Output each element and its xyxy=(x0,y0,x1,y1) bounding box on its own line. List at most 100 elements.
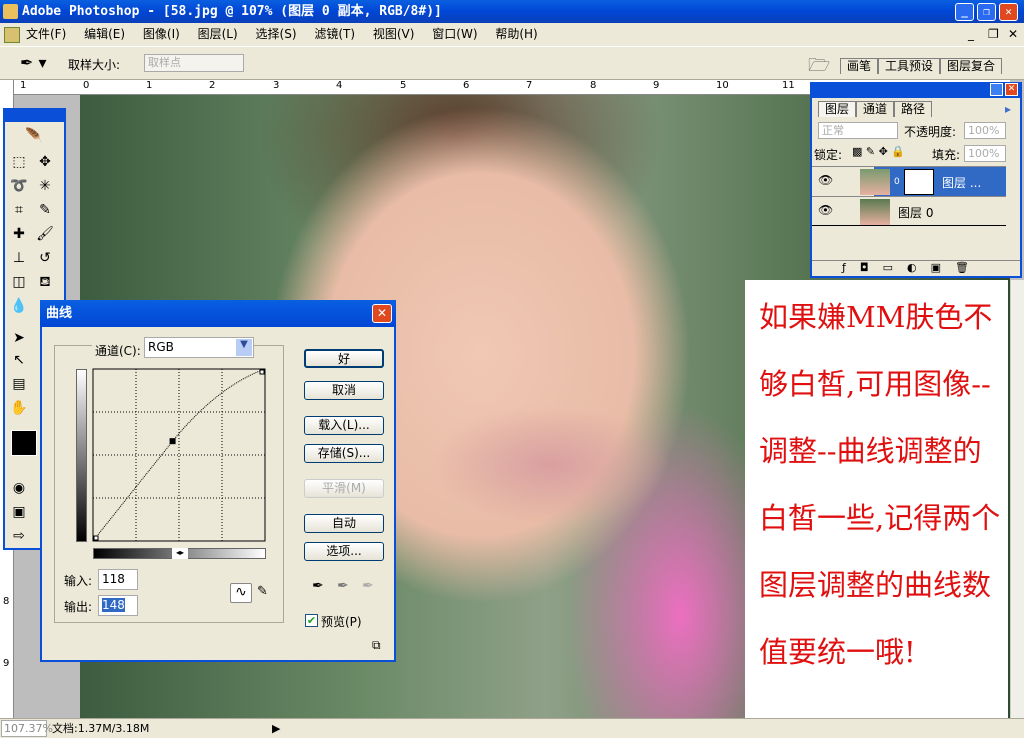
close-button[interactable]: ✕ xyxy=(999,3,1018,21)
menu-window[interactable]: 窗口(W) xyxy=(432,27,477,41)
options-button[interactable]: 选项... xyxy=(304,542,384,561)
input-field[interactable]: 118 xyxy=(98,569,138,590)
menu-view[interactable]: 视图(V) xyxy=(373,27,415,41)
eraser-tool-icon[interactable]: ◫ xyxy=(9,272,29,292)
tab-layers[interactable]: 图层 xyxy=(818,101,857,117)
black-eyedropper-icon[interactable]: ✒ xyxy=(312,578,324,594)
magic-wand-tool-icon[interactable]: ✳ xyxy=(35,176,55,196)
status-menu-arrow-icon[interactable]: ▶ xyxy=(272,719,280,738)
ruler-label: 1 xyxy=(20,80,27,91)
foreground-color-swatch[interactable] xyxy=(11,430,37,456)
doc-minimize-button[interactable]: _ xyxy=(968,23,974,46)
palette-well: 画笔 工具预设 图层复合 xyxy=(840,58,1003,74)
marquee-tool-icon[interactable]: ⬚ xyxy=(9,152,29,172)
sample-size-select[interactable]: 取样点 xyxy=(144,54,244,72)
ruler-label: 0 xyxy=(83,80,90,91)
brush-tool-icon[interactable]: 🖌 xyxy=(35,224,55,244)
healing-brush-icon[interactable]: ✚ xyxy=(9,224,29,244)
quick-mask-icon[interactable]: ◉ xyxy=(9,478,29,498)
jump-to-imageready-icon[interactable]: ⇨ xyxy=(9,526,29,546)
lock-icons[interactable]: ▩ ✎ ✥ 🔒 xyxy=(852,145,905,158)
tab-paths[interactable]: 路径 xyxy=(894,101,933,117)
curve-endpoint[interactable] xyxy=(93,535,99,541)
file-browser-icon[interactable]: 🗁 xyxy=(808,53,830,83)
menu-layer[interactable]: 图层(L) xyxy=(198,27,238,41)
ruler-label: 2 xyxy=(209,80,216,91)
doc-close-button[interactable]: ✕ xyxy=(1008,23,1018,46)
pen-tool-icon[interactable]: ↖ xyxy=(9,350,29,370)
bucket-tool-icon[interactable]: ⛾ xyxy=(35,272,55,292)
blur-tool-icon[interactable]: 💧 xyxy=(9,296,29,316)
white-eyedropper-icon[interactable]: ✒ xyxy=(362,578,374,594)
minimize-button[interactable]: _ xyxy=(955,3,974,21)
visibility-eye-icon[interactable]: 👁 xyxy=(818,203,833,217)
preview-checkbox[interactable]: ✔ xyxy=(305,614,318,627)
layer-row[interactable]: 👁 0 图层 ... xyxy=(812,166,1006,197)
history-brush-icon[interactable]: ↺ xyxy=(35,248,55,268)
fill-input[interactable]: 100% xyxy=(964,145,1006,162)
save-button[interactable]: 存储(S)... xyxy=(304,444,384,463)
layer-panel-footer[interactable]: ƒ◘▭◐▣🗑 xyxy=(812,260,1020,276)
expand-dialog-icon[interactable]: ⧉ xyxy=(372,638,381,653)
panel-minimize-button[interactable] xyxy=(990,83,1003,96)
chevron-down-icon[interactable]: ▼ xyxy=(236,339,252,356)
pencil-tool-icon[interactable]: ✎ xyxy=(257,584,268,599)
gradient-toggle-icon[interactable]: ◂▸ xyxy=(172,548,188,559)
auto-button[interactable]: 自动 xyxy=(304,514,384,533)
move-tool-icon[interactable]: ✥ xyxy=(35,152,55,172)
ruler-label: 9 xyxy=(653,80,660,91)
stamp-tool-icon[interactable]: ⊥ xyxy=(9,248,29,268)
menu-select[interactable]: 选择(S) xyxy=(256,27,297,41)
blend-mode-select[interactable]: 正常 xyxy=(818,122,898,139)
gray-eyedropper-icon[interactable]: ✒ xyxy=(337,578,349,594)
restore-button[interactable]: ❐ xyxy=(977,3,996,21)
layers-panel: ✕ 图层 通道 路径 ▸ 正常 不透明度: 100% 锁定: ▩ ✎ ✥ 🔒 填充:… xyxy=(810,82,1022,278)
smooth-button[interactable]: 平滑(M) xyxy=(304,479,384,498)
dialog-title: 曲线 xyxy=(46,306,73,321)
layer-name[interactable]: 图层 0 xyxy=(898,204,933,221)
dialog-title-bar: 曲线 xyxy=(40,300,396,327)
menu-file[interactable]: 文件(F) xyxy=(26,27,66,41)
ruler-label: 4 xyxy=(336,80,343,91)
tab-tool-presets[interactable]: 工具预设 xyxy=(878,58,941,74)
curve-control-point[interactable] xyxy=(169,438,176,445)
menu-help[interactable]: 帮助(H) xyxy=(495,27,537,41)
tab-channels[interactable]: 通道 xyxy=(856,101,895,117)
path-selection-icon[interactable]: ➤ xyxy=(9,328,29,348)
tab-layer-comps[interactable]: 图层复合 xyxy=(940,58,1003,74)
panel-close-button[interactable]: ✕ xyxy=(1005,83,1018,96)
curve-graph[interactable] xyxy=(92,368,266,544)
eyedropper-tool-icon[interactable]: ✒ ▾ xyxy=(20,53,47,72)
screen-mode-icon[interactable]: ▣ xyxy=(9,502,29,522)
curve-tool-icon[interactable]: ∿ xyxy=(230,583,252,603)
zoom-field[interactable]: 107.37% xyxy=(1,720,53,737)
vertical-scrollbar[interactable] xyxy=(1010,280,1024,718)
curves-dialog: 曲线 ✕ 通道(C): RGB ▼ ◂▸ 输入: 118 输出: 148 ∿ ✎… xyxy=(40,300,396,662)
menu-image[interactable]: 图像(I) xyxy=(143,27,180,41)
menu-edit[interactable]: 编辑(E) xyxy=(84,27,125,41)
title-bar: Adobe Photoshop - [58.jpg @ 107% (图层 0 副… xyxy=(0,0,1024,23)
dialog-close-button[interactable]: ✕ xyxy=(372,304,392,323)
crop-tool-icon[interactable]: ⌗ xyxy=(9,200,29,220)
output-field[interactable]: 148 xyxy=(98,595,138,616)
visibility-eye-icon[interactable]: 👁 xyxy=(818,173,833,187)
panel-menu-icon[interactable]: ▸ xyxy=(1005,102,1011,116)
tab-brushes[interactable]: 画笔 xyxy=(840,58,879,74)
notes-tool-icon[interactable]: ▤ xyxy=(9,374,29,394)
load-button[interactable]: 载入(L)... xyxy=(304,416,384,435)
layer-name[interactable]: 图层 ... xyxy=(942,174,981,191)
lasso-tool-icon[interactable]: ➰ xyxy=(9,176,29,196)
cancel-button[interactable]: 取消 xyxy=(304,381,384,400)
curve-endpoint[interactable] xyxy=(259,369,265,375)
options-bar: ✒ ▾ 取样大小: 取样点 🗁 画笔 工具预设 图层复合 xyxy=(0,46,1024,80)
feather-logo-icon[interactable]: 🪶 xyxy=(10,126,58,146)
layer-row[interactable]: 👁 图层 0 xyxy=(812,196,1006,226)
opacity-input[interactable]: 100% xyxy=(964,122,1006,139)
ok-button[interactable]: 好 xyxy=(304,349,384,368)
hand-tool-icon[interactable]: ✋ xyxy=(9,398,29,418)
doc-restore-button[interactable]: ❐ xyxy=(988,23,999,46)
menu-filter[interactable]: 滤镜(T) xyxy=(314,27,355,41)
status-bar: 107.37% 文档:1.37M/3.18M ▶ xyxy=(0,718,1024,738)
input-gradient-bar[interactable]: ◂▸ xyxy=(93,548,266,559)
slice-tool-icon[interactable]: ✎ xyxy=(35,200,55,220)
